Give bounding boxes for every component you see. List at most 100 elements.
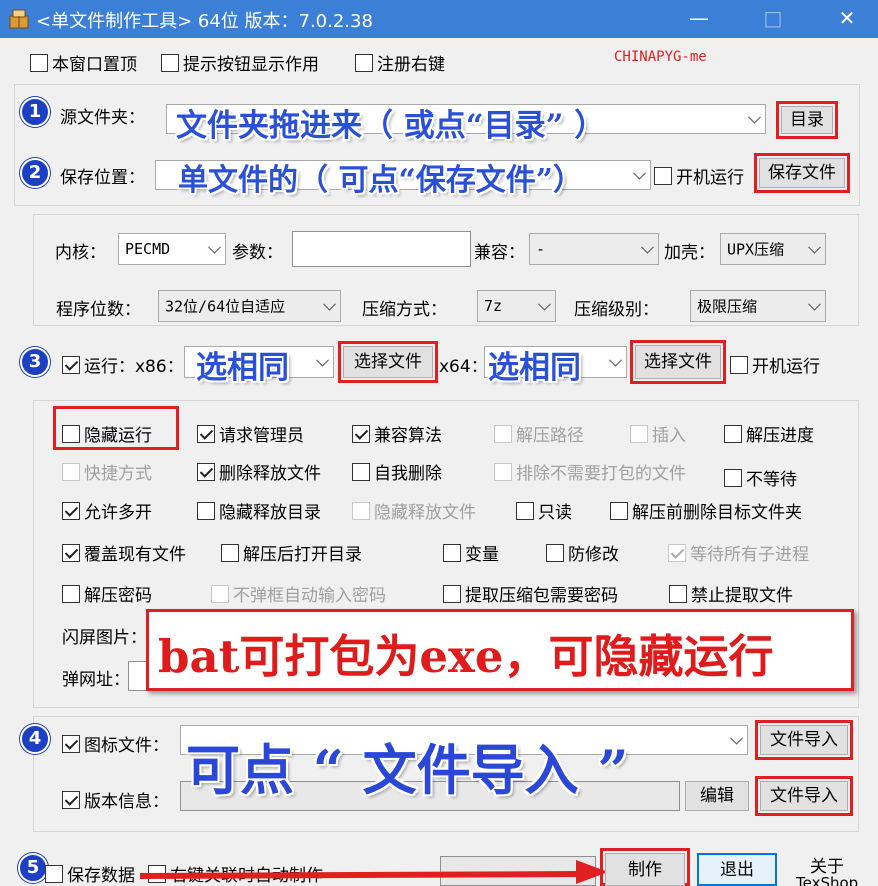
save-annotation: 单文件的（ 可点“保存文件”） — [178, 163, 583, 198]
chevron-down-icon — [808, 240, 821, 254]
checkbox-box[interactable] — [654, 166, 672, 185]
register-context-menu-checkbox[interactable]: 注册右键 — [355, 50, 445, 75]
bits-combo[interactable]: 32位/64位自适应 — [158, 290, 341, 322]
import-file-button-1[interactable]: 文件导入 — [760, 725, 848, 755]
checkbox-box[interactable] — [724, 424, 742, 443]
checkbox-box[interactable] — [62, 790, 80, 809]
checkbox-box[interactable] — [630, 424, 648, 443]
allow-multi-checkbox[interactable]: 允许多开 — [62, 498, 152, 523]
autostart-checkbox-top[interactable]: 开机运行 — [654, 163, 744, 188]
self-delete-checkbox[interactable]: 自我删除 — [352, 459, 442, 484]
maximize-button[interactable]: □ — [750, 0, 796, 38]
checkbox-box[interactable] — [516, 501, 534, 520]
icon-file-checkbox[interactable]: 图标文件： — [62, 731, 169, 756]
compress-combo[interactable]: 7z — [477, 290, 556, 322]
checkbox-box[interactable] — [45, 864, 63, 883]
checkbox-box[interactable] — [546, 543, 564, 562]
hidden-run-checkbox[interactable]: 隐藏运行 — [62, 421, 152, 446]
checkbox-label: 隐藏释放目录 — [219, 503, 321, 523]
checkbox-box[interactable] — [62, 355, 80, 374]
tamper-proof-checkbox[interactable]: 防修改 — [546, 540, 619, 565]
kernel-combo[interactable]: PECMD — [118, 233, 226, 265]
params-input[interactable] — [292, 231, 471, 267]
no-wait-checkbox[interactable]: 不等待 — [724, 465, 797, 490]
make-button[interactable]: 制作 — [605, 853, 685, 886]
shortcut-checkbox[interactable]: 快捷方式 — [62, 459, 152, 484]
hide-release-dir-checkbox[interactable]: 隐藏释放目录 — [197, 498, 321, 523]
checkbox-box[interactable] — [494, 424, 512, 443]
checkbox-box[interactable] — [355, 53, 373, 72]
open-dir-after-checkbox[interactable]: 解压后打开目录 — [221, 540, 362, 565]
checkbox-box[interactable] — [62, 424, 80, 443]
watermark-text: CHINAPYG-me — [614, 49, 707, 65]
checkbox-box[interactable] — [197, 424, 215, 443]
checkbox-box[interactable] — [494, 462, 512, 481]
edit-button[interactable]: 编辑 — [685, 781, 749, 811]
always-on-top-checkbox[interactable]: 本窗口置顶 — [30, 50, 137, 75]
checkbox-box[interactable] — [62, 462, 80, 481]
checkbox-box[interactable] — [724, 468, 742, 487]
exclude-unpacked-checkbox[interactable]: 排除不需要打包的文件 — [494, 459, 686, 484]
checkbox-box[interactable] — [62, 543, 80, 562]
checkbox-box[interactable] — [197, 501, 215, 520]
checkbox-box[interactable] — [443, 543, 461, 562]
choose-x86-button[interactable]: 选择文件 — [343, 346, 433, 378]
checkbox-box[interactable] — [352, 462, 370, 481]
level-combo[interactable]: 极限压缩 — [690, 290, 826, 322]
extract-path-checkbox[interactable]: 解压路径 — [494, 421, 584, 446]
checkbox-box[interactable] — [30, 53, 48, 72]
save-file-button[interactable]: 保存文件 — [759, 158, 845, 188]
insert-checkbox[interactable]: 插入 — [630, 421, 686, 446]
show-tips-checkbox[interactable]: 提示按钮显示作用 — [161, 50, 319, 75]
dir-button[interactable]: 目录 — [781, 106, 833, 134]
checkbox-box[interactable] — [443, 584, 461, 603]
run-checkbox[interactable]: 运行：x86： — [62, 352, 184, 377]
checkbox-box[interactable] — [352, 501, 370, 520]
chevron-down-icon — [323, 297, 336, 311]
import-file-button-2[interactable]: 文件导入 — [760, 781, 848, 811]
compat-combo[interactable]: - — [529, 233, 659, 265]
checkbox-box[interactable] — [221, 543, 239, 562]
version-info-checkbox[interactable]: 版本信息： — [62, 787, 169, 812]
bits-label: 程序位数： — [56, 300, 141, 320]
checkbox-box[interactable] — [62, 734, 80, 753]
choose-x64-button[interactable]: 选择文件 — [635, 345, 721, 379]
hide-release-files-checkbox[interactable]: 隐藏释放文件 — [352, 498, 476, 523]
checkbox-label: 本窗口置顶 — [52, 55, 137, 75]
checkbox-box[interactable] — [610, 501, 628, 520]
checkbox-box[interactable] — [730, 355, 748, 374]
delete-target-before-checkbox[interactable]: 解压前删除目标文件夹 — [610, 498, 802, 523]
exit-button[interactable]: 退出 — [697, 853, 777, 886]
minimize-button[interactable]: — — [676, 0, 722, 38]
variable-checkbox[interactable]: 变量 — [443, 540, 499, 565]
overwrite-existing-checkbox[interactable]: 覆盖现有文件 — [62, 540, 186, 565]
close-button[interactable]: ✕ — [824, 0, 870, 38]
checkbox-box[interactable] — [197, 462, 215, 481]
delete-released-checkbox[interactable]: 删除释放文件 — [197, 459, 321, 484]
title-bar[interactable]: <单文件制作工具> 64位 版本：7.0.2.38 — □ ✕ — [0, 0, 878, 38]
chevron-down-icon — [208, 240, 221, 254]
extract-needs-password-checkbox[interactable]: 提取压缩包需要密码 — [443, 581, 618, 606]
wait-children-checkbox[interactable]: 等待所有子进程 — [668, 540, 809, 565]
autostart-checkbox-run[interactable]: 开机运行 — [730, 352, 820, 377]
compat-algo-checkbox[interactable]: 兼容算法 — [352, 421, 442, 446]
checkbox-box[interactable] — [668, 543, 686, 562]
checkbox-label: 禁止提取文件 — [691, 586, 793, 606]
checkbox-box[interactable] — [211, 584, 229, 603]
forbid-extract-checkbox[interactable]: 禁止提取文件 — [669, 581, 793, 606]
extract-password-checkbox[interactable]: 解压密码 — [62, 581, 152, 606]
auto-password-checkbox[interactable]: 不弹框自动输入密码 — [211, 581, 386, 606]
checkbox-box[interactable] — [62, 501, 80, 520]
chevron-down-icon — [633, 166, 646, 180]
extract-progress-checkbox[interactable]: 解压进度 — [724, 421, 814, 446]
checkbox-label: 版本信息： — [84, 792, 169, 812]
checkbox-box[interactable] — [161, 53, 179, 72]
request-admin-checkbox[interactable]: 请求管理员 — [197, 421, 304, 446]
save-data-checkbox[interactable]: 保存数据 — [45, 861, 135, 886]
checkbox-box[interactable] — [352, 424, 370, 443]
checkbox-box[interactable] — [669, 584, 687, 603]
checkbox-label: 等待所有子进程 — [690, 545, 809, 565]
readonly-checkbox[interactable]: 只读 — [516, 498, 572, 523]
checkbox-box[interactable] — [62, 584, 80, 603]
pack-combo[interactable]: UPX压缩 — [720, 233, 826, 265]
